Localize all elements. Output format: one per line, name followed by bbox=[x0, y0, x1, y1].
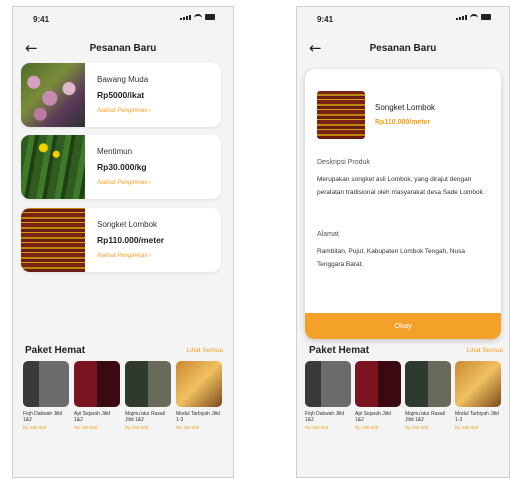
product-detail-modal: Songket Lombok Rp110.000/meter Deskripsi… bbox=[305, 69, 501, 339]
book-item[interactable]: Fiqh Dakwah Jilid 1&2 Rp 180.000 bbox=[305, 361, 351, 430]
wifi-icon bbox=[470, 14, 478, 20]
book-cover bbox=[74, 361, 120, 407]
shipping-address-link[interactable]: Alamat Pengiriman › bbox=[97, 108, 151, 114]
book-cover bbox=[176, 361, 222, 407]
page-title: Pesanan Baru bbox=[89, 43, 157, 54]
battery-icon bbox=[205, 14, 215, 20]
order-card[interactable]: Mentimun Rp30.000/kg Alamat Pengiriman › bbox=[21, 135, 221, 199]
book-list: Fiqh Dakwah Jilid 1&2 Rp 180.000 Api Sej… bbox=[305, 361, 501, 430]
status-bar: 9:41 bbox=[297, 7, 509, 31]
book-cover bbox=[405, 361, 451, 407]
product-price: Rp110.000/meter bbox=[97, 235, 165, 245]
app-header: ← Pesanan Baru bbox=[297, 35, 509, 61]
book-item[interactable]: Fiqh Dakwah Jilid 1&2 Rp 180.000 bbox=[23, 361, 69, 430]
battery-icon bbox=[481, 14, 491, 20]
order-detail-screen: 9:41 ← Pesanan Baru Paket Hemat Lihat Se… bbox=[296, 6, 510, 478]
book-item[interactable]: Modul Tarbiyah Jilid 1-3 Rp 180.000 bbox=[455, 361, 501, 430]
modal-product-price: Rp110.000/meter bbox=[375, 119, 431, 126]
status-time: 9:41 bbox=[33, 15, 50, 24]
book-title: Majmu'atur Rasail Jilid 1&2 bbox=[405, 411, 445, 423]
book-cover bbox=[355, 361, 401, 407]
status-time: 9:41 bbox=[317, 15, 334, 24]
book-title: Fiqh Dakwah Jilid 1&2 bbox=[305, 411, 345, 423]
signal-icon bbox=[456, 15, 467, 20]
book-cover bbox=[23, 361, 69, 407]
book-price: Rp 180.000 bbox=[176, 425, 200, 430]
order-list-screen: 9:41 ← Pesanan Baru Bawang Muda Rp5000/i… bbox=[12, 6, 234, 478]
product-name: Bawang Muda bbox=[97, 75, 149, 84]
book-price: Rp 180.000 bbox=[305, 425, 329, 430]
book-item[interactable]: Majmu'atur Rasail Jilid 1&2 Rp 180.000 bbox=[125, 361, 171, 430]
book-item[interactable]: Modul Tarbiyah Jilid 1-3 Rp 180.000 bbox=[176, 361, 222, 430]
book-price: Rp 180.000 bbox=[355, 425, 379, 430]
back-arrow-icon[interactable]: ← bbox=[25, 39, 38, 57]
book-title: Fiqh Dakwah Jilid 1&2 bbox=[23, 411, 63, 423]
section-title: Paket Hemat bbox=[309, 345, 370, 356]
shipping-address-link[interactable]: Alamat Pengiriman › bbox=[97, 180, 151, 186]
order-card[interactable]: Songket Lombok Rp110.000/meter Alamat Pe… bbox=[21, 208, 221, 272]
signal-icon bbox=[180, 15, 191, 20]
address-text: Rambitan, Pujut, Kabupaten Lombok Tengah… bbox=[317, 248, 466, 268]
okay-button[interactable]: Okay bbox=[305, 313, 501, 339]
back-arrow-icon[interactable]: ← bbox=[309, 39, 322, 57]
book-cover bbox=[455, 361, 501, 407]
book-item[interactable]: Majmu'atur Rasail Jilid 1&2 Rp 180.000 bbox=[405, 361, 451, 430]
book-price: Rp 180.000 bbox=[74, 425, 98, 430]
wifi-icon bbox=[194, 14, 202, 20]
modal-product-name: Songket Lombok bbox=[375, 103, 436, 112]
book-title: Modul Tarbiyah Jilid 1-3 bbox=[455, 411, 499, 423]
modal-product-image bbox=[317, 91, 365, 139]
see-all-link[interactable]: Lihat Semua bbox=[467, 347, 504, 354]
product-price: Rp30.000/kg bbox=[97, 162, 147, 172]
description-label: Deskripsi Produk bbox=[317, 159, 370, 166]
see-all-link[interactable]: Lihat Semua bbox=[187, 347, 224, 354]
page-title: Pesanan Baru bbox=[369, 43, 437, 54]
section-title: Paket Hemat bbox=[25, 345, 86, 356]
book-cover bbox=[305, 361, 351, 407]
description-text: Merupakan songket asli Lombok, yang dira… bbox=[317, 176, 485, 196]
book-title: Modul Tarbiyah Jilid 1-3 bbox=[176, 411, 220, 423]
product-price: Rp5000/ikat bbox=[97, 90, 145, 100]
book-title: Api Sejarah Jilid 1&2 bbox=[355, 411, 391, 423]
product-name: Mentimun bbox=[97, 147, 133, 156]
product-image bbox=[21, 208, 85, 272]
app-header: ← Pesanan Baru bbox=[13, 35, 233, 61]
book-price: Rp 180.000 bbox=[405, 425, 429, 430]
product-name: Songket Lombok bbox=[97, 220, 158, 229]
product-image bbox=[21, 135, 85, 199]
product-image bbox=[21, 63, 85, 127]
book-item[interactable]: Api Sejarah Jilid 1&2 Rp 180.000 bbox=[355, 361, 401, 430]
book-price: Rp 180.000 bbox=[455, 425, 479, 430]
book-title: Api Sejarah Jilid 1&2 bbox=[74, 411, 110, 423]
book-price: Rp 180.000 bbox=[23, 425, 47, 430]
order-card[interactable]: Bawang Muda Rp5000/ikat Alamat Pengirima… bbox=[21, 63, 221, 127]
address-label: Alamat bbox=[317, 231, 339, 238]
book-cover bbox=[125, 361, 171, 407]
shipping-address-link[interactable]: Alamat Pengiriman › bbox=[97, 253, 151, 259]
status-bar: 9:41 bbox=[13, 7, 233, 31]
book-price: Rp 180.000 bbox=[125, 425, 149, 430]
book-item[interactable]: Api Sejarah Jilid 1&2 Rp 180.000 bbox=[74, 361, 120, 430]
book-list: Fiqh Dakwah Jilid 1&2 Rp 180.000 Api Sej… bbox=[23, 361, 222, 430]
book-title: Majmu'atur Rasail Jilid 1&2 bbox=[125, 411, 165, 423]
